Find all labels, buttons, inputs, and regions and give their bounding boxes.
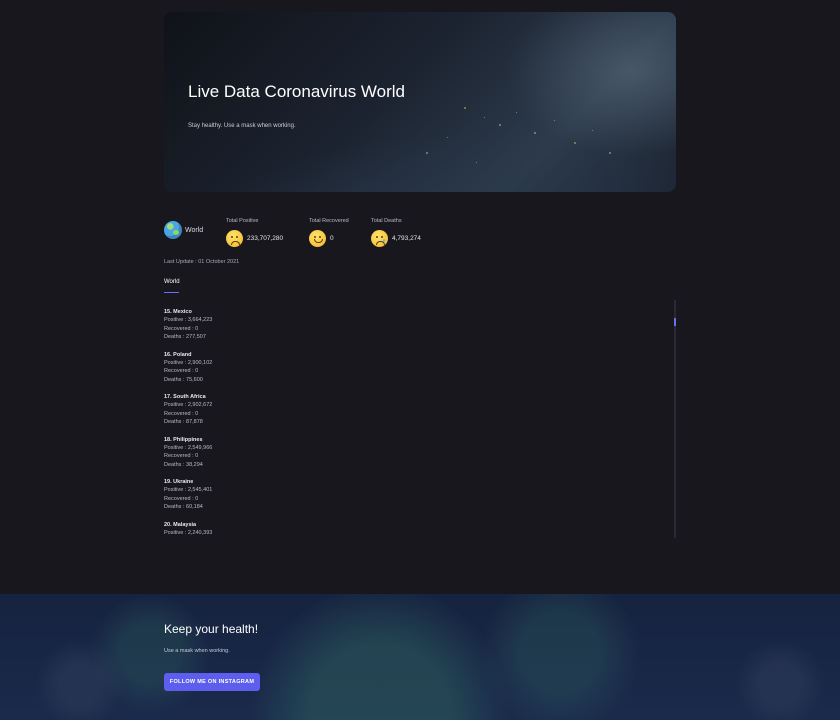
country-deaths: Deaths : 75,600 <box>164 376 203 383</box>
list-item: 15. Mexico Positive : 3,664,223 Recovere… <box>164 308 212 342</box>
country-positive: Positive : 2,545,401 <box>164 487 213 493</box>
country-positive: Positive : 2,240,393 <box>164 529 213 536</box>
list-item: 16. Poland Positive : 2,900,102 Recovere… <box>164 351 212 385</box>
country-deaths: Deaths : 277,507 <box>164 334 206 340</box>
globe-icon <box>164 221 182 239</box>
footer-banner: Keep your health! Use a mask when workin… <box>0 594 840 720</box>
country-list-content: 15. Mexico Positive : 3,664,223 Recovere… <box>164 308 212 538</box>
sad-face-icon <box>226 230 243 247</box>
stats-row: World Total Positive 233,707,280 Total R… <box>164 218 676 252</box>
last-update: Last Update : 01 October 2021 <box>164 259 240 265</box>
hero-title: Live Data Coronavirus World <box>188 82 405 101</box>
list-item: 17. South Africa Positive : 2,902,672 Re… <box>164 393 212 427</box>
stat-label: Total Positive <box>226 218 259 224</box>
stat-value: 233,707,280 <box>247 235 284 242</box>
hero-banner: Live Data Coronavirus World Stay healthy… <box>164 12 676 192</box>
country-deaths: Deaths : 38,294 <box>164 461 203 468</box>
follow-instagram-button[interactable]: FOLLOW ME ON INSTAGRAM <box>164 673 260 691</box>
list-scrollbar[interactable] <box>674 300 676 538</box>
country-name: 20. Malaysia <box>164 521 197 528</box>
stat-value: 4,793,274 <box>392 235 421 242</box>
region-label: World <box>185 226 204 234</box>
country-name: 19. Ukraine <box>164 479 194 485</box>
page: Live Data Coronavirus World Stay healthy… <box>0 0 840 720</box>
list-item: 18. Philippines Positive : 2,549,966 Rec… <box>164 436 212 470</box>
country-positive: Positive : 2,902,672 <box>164 402 213 408</box>
list-item: 19. Ukraine Positive : 2,545,401 Recover… <box>164 478 212 512</box>
country-name: 16. Poland <box>164 351 192 358</box>
country-positive: Positive : 2,900,102 <box>164 359 213 366</box>
crying-face-icon <box>371 230 388 247</box>
stat-value: 0 <box>330 235 334 242</box>
stat-label: Total Deaths <box>371 218 402 224</box>
country-recovered: Recovered : 0 <box>164 368 199 374</box>
hero-subtitle: Stay healthy. Use a mask when working. <box>188 123 296 129</box>
country-recovered: Recovered : 0 <box>164 453 199 459</box>
tab-world[interactable]: World <box>164 279 180 285</box>
country-deaths: Deaths : 87,878 <box>164 419 203 425</box>
footer-title: Keep your health! <box>164 622 259 636</box>
country-list[interactable]: 15. Mexico Positive : 3,664,223 Recovere… <box>164 300 676 538</box>
country-name: 15. Mexico <box>164 309 192 315</box>
country-name: 18. Philippines <box>164 436 203 443</box>
stat-label: Total Recovered <box>309 218 349 224</box>
country-positive: Positive : 3,664,223 <box>164 317 213 323</box>
country-positive: Positive : 2,549,966 <box>164 444 213 451</box>
active-tab-indicator <box>164 292 179 293</box>
country-name: 17. South Africa <box>164 394 206 400</box>
country-recovered: Recovered : 0 <box>164 495 199 502</box>
footer-subtitle: Use a mask when working. <box>164 648 230 654</box>
country-recovered: Recovered : 0 <box>164 410 199 417</box>
country-deaths: Deaths : 60,184 <box>164 504 203 510</box>
scrollbar-thumb[interactable] <box>674 318 676 326</box>
region-selector: World <box>164 221 203 239</box>
list-item: 20. Malaysia Positive : 2,240,393 <box>164 521 212 538</box>
country-recovered: Recovered : 0 <box>164 325 199 332</box>
smile-face-icon <box>309 230 326 247</box>
